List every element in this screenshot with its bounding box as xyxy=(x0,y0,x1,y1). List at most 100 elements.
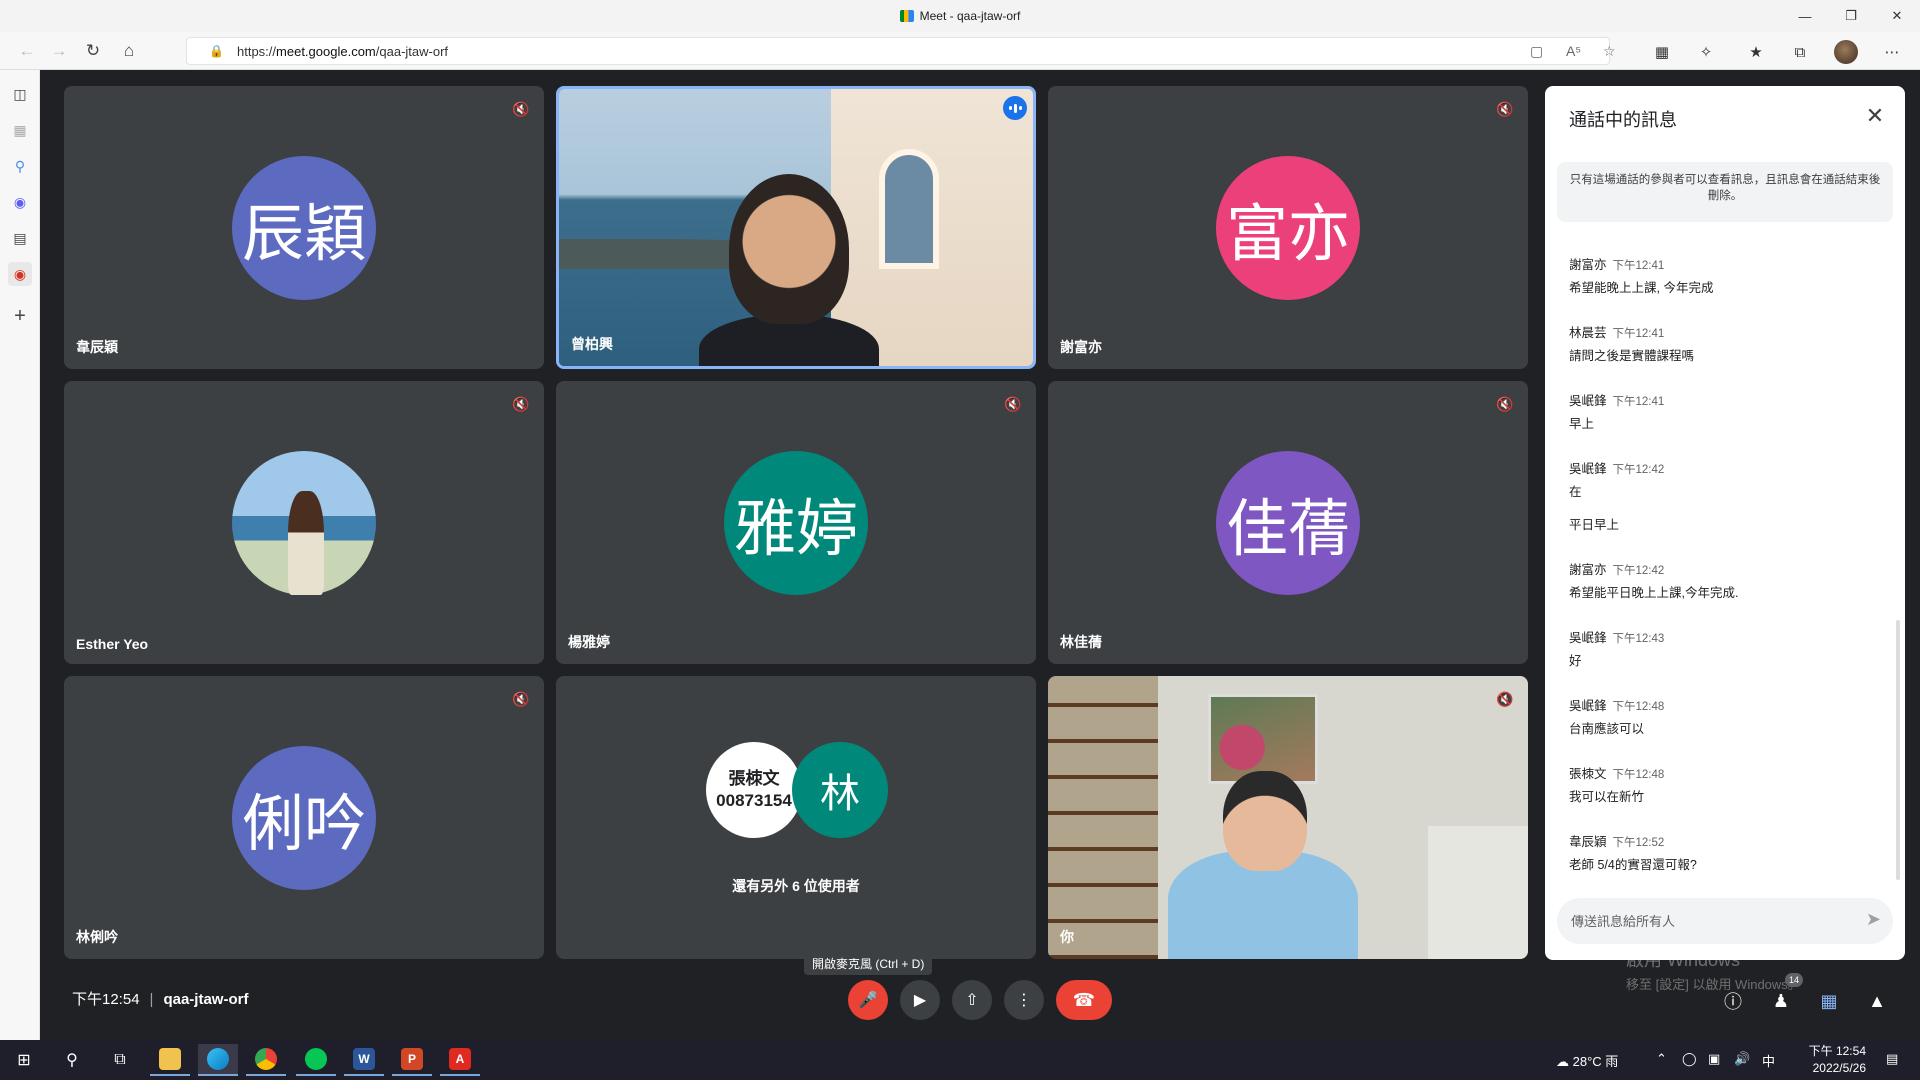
send-icon[interactable]: ➤ xyxy=(1866,909,1881,930)
favorite-star-icon[interactable]: ☆ xyxy=(1603,43,1616,60)
tabs-icon[interactable]: ⧉ xyxy=(1788,40,1812,64)
chat-button[interactable]: ▦ xyxy=(1814,986,1844,1016)
message-text: 希望能平日晚上上課,今年完成. xyxy=(1569,586,1739,600)
mic-tooltip: 開啟麥克風 (Ctrl + D) xyxy=(804,953,933,975)
folder-icon xyxy=(159,1048,181,1070)
reload-button[interactable]: ↻ xyxy=(80,38,106,64)
present-button[interactable]: ⇧ xyxy=(952,980,992,1020)
vertical-tabs-icon[interactable]: ◫ xyxy=(8,82,32,106)
separator: | xyxy=(149,991,154,1008)
chat-message: 吳岷鋒 下午12:43 好 xyxy=(1569,627,1879,669)
chat-message: 林晨芸 下午12:41 請問之後是實體課程嗎 xyxy=(1569,322,1879,364)
participant-tile[interactable]: 雅婷 🔇 楊雅婷 xyxy=(556,381,1036,664)
participant-tile[interactable]: 俐吟 🔇 林俐吟 xyxy=(64,676,544,959)
more-options-button[interactable]: ⋮ xyxy=(1004,980,1044,1020)
message-text: 好 xyxy=(1569,654,1582,668)
message-sender: 吳岷鋒 xyxy=(1569,631,1607,645)
participant-tile-speaking[interactable]: 曾柏興 xyxy=(556,86,1036,369)
word-icon: W xyxy=(353,1048,375,1070)
taskbar-line[interactable] xyxy=(296,1044,336,1076)
mic-off-icon: 🔇 xyxy=(512,395,530,412)
mic-toggle-button[interactable]: 🎤 xyxy=(848,980,888,1020)
speaking-indicator-icon xyxy=(1003,96,1027,120)
messenger-icon[interactable]: ◉ xyxy=(8,190,32,214)
taskbar-powerpoint[interactable]: P xyxy=(392,1044,432,1076)
activities-button[interactable]: ▲ xyxy=(1862,986,1892,1016)
participant-name: 楊雅婷 xyxy=(568,634,610,650)
close-chat-button[interactable]: ✕ xyxy=(1859,100,1891,132)
message-text: 請問之後是實體課程嗎 xyxy=(1569,349,1695,363)
volume-icon[interactable]: 🔊 xyxy=(1734,1051,1750,1067)
document-icon[interactable]: ▤ xyxy=(8,226,32,250)
camera-toggle-button[interactable]: ▶ xyxy=(900,980,940,1020)
meet-now-icon[interactable]: ◯ xyxy=(1682,1051,1697,1067)
acrobat-icon: A xyxy=(449,1048,471,1070)
powerpoint-icon: P xyxy=(401,1048,423,1070)
taskbar-search-button[interactable]: ⚲ xyxy=(52,1044,92,1076)
message-sender: 韋辰穎 xyxy=(1569,835,1607,849)
record-icon[interactable]: ◉ xyxy=(8,262,32,286)
start-button[interactable]: ⊞ xyxy=(4,1044,44,1076)
mic-off-icon: 🔇 xyxy=(1004,395,1022,412)
forward-button[interactable]: → xyxy=(46,38,72,64)
add-app-icon[interactable]: + xyxy=(8,304,32,328)
calendar-icon[interactable]: ▦ xyxy=(8,118,32,142)
taskbar-file-explorer[interactable] xyxy=(150,1044,190,1076)
extensions-icon[interactable]: ✧ xyxy=(1694,40,1718,64)
network-icon[interactable]: ▣ xyxy=(1708,1051,1720,1067)
collections-icon[interactable]: ▦ xyxy=(1650,40,1674,64)
participant-tile[interactable]: 🔇 Esther Yeo xyxy=(64,381,544,664)
close-window-button[interactable]: ✕ xyxy=(1874,0,1920,32)
chat-input-wrapper: ➤ xyxy=(1557,898,1893,944)
taskbar-clock[interactable]: 下午 12:54 2022/5/26 xyxy=(1796,1043,1866,1077)
message-text: 老師 5/4的實習還可報? xyxy=(1569,858,1697,872)
address-bar[interactable]: 🔒 https://meet.google.com/qaa-jtaw-orf ▢… xyxy=(186,37,1616,65)
chat-panel: 通話中的訊息 ✕ 只有這場通話的參與者可以查看訊息，且訊息會在通話結束後刪除。 … xyxy=(1545,86,1905,960)
meeting-time: 下午12:54 xyxy=(72,991,140,1008)
taskbar-chrome[interactable] xyxy=(246,1044,286,1076)
minimize-button[interactable]: — xyxy=(1782,0,1828,32)
notification-icon[interactable]: ▤ xyxy=(1886,1051,1898,1067)
browser-toolbar: ← → ↻ ⌂ 🔒 https://meet.google.com/qaa-jt… xyxy=(0,32,1920,70)
participant-tile[interactable]: 富亦 🔇 謝富亦 xyxy=(1048,86,1528,369)
camera-indicator-icon[interactable]: ▢ xyxy=(1530,43,1543,60)
favorites-icon[interactable]: ★ xyxy=(1744,40,1768,64)
self-tile[interactable]: 🔇 你 xyxy=(1048,676,1528,959)
read-aloud-icon[interactable]: A⁵ xyxy=(1566,43,1581,59)
more-menu-icon[interactable]: ⋯ xyxy=(1880,40,1904,64)
message-sender: 謝富亦 xyxy=(1569,258,1607,272)
mic-off-icon: 🔇 xyxy=(512,690,530,707)
profile-avatar[interactable] xyxy=(1834,40,1858,64)
participant-avatar: 雅婷 xyxy=(724,450,868,595)
others-tile[interactable]: 張栜文 00873154 林 還有另外 6 位使用者 xyxy=(556,676,1036,959)
info-icon: ⓘ xyxy=(1724,992,1742,1012)
ime-indicator[interactable]: 中 xyxy=(1762,1051,1775,1070)
task-view-button[interactable]: ⧉ xyxy=(100,1044,140,1076)
chat-message: 吳岷鋒 下午12:42 在平日早上 xyxy=(1569,458,1879,533)
participant-tile[interactable]: 辰穎 🔇 韋辰穎 xyxy=(64,86,544,369)
more-vert-icon: ⋮ xyxy=(1016,992,1032,1009)
task-view-icon: ⧉ xyxy=(114,1051,126,1068)
meeting-details-button[interactable]: ⓘ xyxy=(1718,986,1748,1016)
show-hidden-icons[interactable]: ⌃ xyxy=(1656,1051,1667,1067)
taskbar-word[interactable]: W xyxy=(344,1044,384,1076)
participant-photo-avatar xyxy=(232,450,376,595)
people-button[interactable]: ♟ xyxy=(1766,986,1796,1016)
chat-input[interactable] xyxy=(1571,911,1831,931)
taskbar-acrobat[interactable]: A xyxy=(440,1044,480,1076)
call-end-icon: ☎ xyxy=(1072,989,1096,1010)
weather-widget[interactable]: ☁ 28°C 雨 xyxy=(1556,1051,1618,1070)
chat-message: 吳岷鋒 下午12:41 早上 xyxy=(1569,390,1879,432)
restore-button[interactable]: ❐ xyxy=(1828,0,1874,32)
taskbar-date: 2022/5/26 xyxy=(1812,1061,1866,1075)
activities-icon: ▲ xyxy=(1868,990,1886,1011)
chat-message: 謝富亦 下午12:41 希望能晚上上課, 今年完成 xyxy=(1569,254,1879,296)
chat-scrollbar[interactable] xyxy=(1896,620,1900,880)
back-button[interactable]: ← xyxy=(14,38,40,64)
meet-logo-icon xyxy=(899,10,914,22)
taskbar-edge[interactable] xyxy=(198,1044,238,1076)
participant-tile[interactable]: 佳蒨 🔇 林佳蒨 xyxy=(1048,381,1528,664)
end-call-button[interactable]: ☎ xyxy=(1056,980,1112,1020)
home-button[interactable]: ⌂ xyxy=(116,38,142,64)
search-icon[interactable]: ⚲ xyxy=(8,154,32,178)
